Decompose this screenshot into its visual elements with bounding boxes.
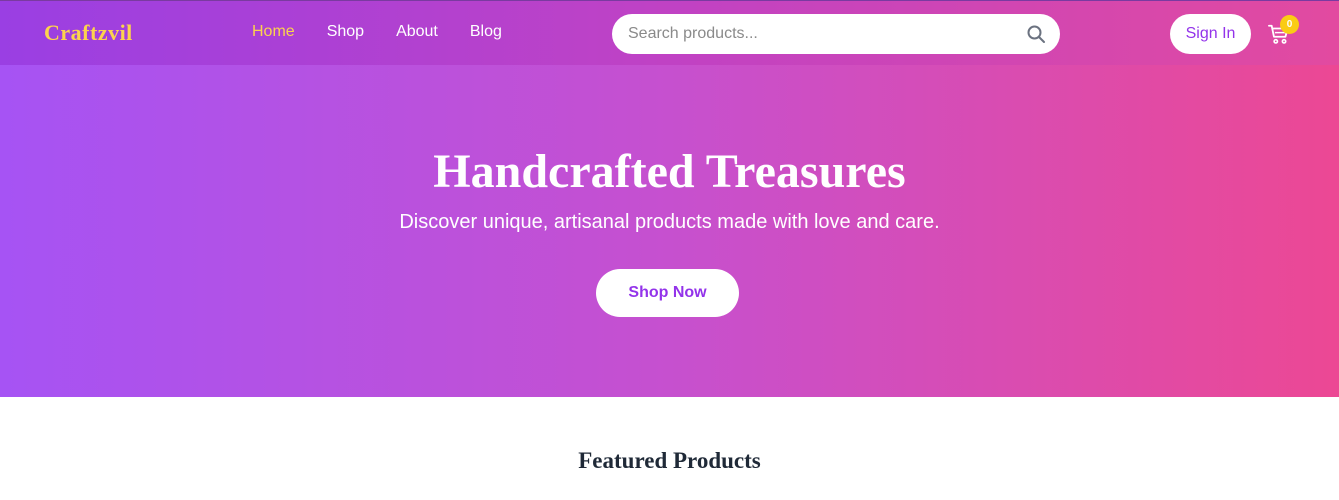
sign-in-button[interactable]: Sign In	[1170, 14, 1251, 54]
search-input[interactable]	[628, 14, 1028, 54]
hero-subtitle: Discover unique, artisanal products made…	[399, 211, 940, 233]
featured-products-title: Featured Products	[578, 448, 761, 473]
main-nav: Home Shop About Blog	[252, 23, 534, 41]
nav-link-blog[interactable]: Blog	[470, 23, 502, 41]
search-icon[interactable]	[1026, 24, 1046, 44]
shop-now-button[interactable]: Shop Now	[596, 269, 739, 317]
hero-title: Handcrafted Treasures	[433, 145, 906, 198]
navbar: Craftzvil Home Shop About Blog Sign In 0	[0, 0, 1339, 65]
logo[interactable]: Craftzvil	[44, 20, 133, 46]
nav-link-shop[interactable]: Shop	[327, 23, 364, 41]
nav-link-home[interactable]: Home	[252, 23, 295, 41]
cart-count-badge: 0	[1280, 15, 1299, 34]
nav-link-about[interactable]: About	[396, 23, 438, 41]
search-box	[612, 14, 1060, 54]
